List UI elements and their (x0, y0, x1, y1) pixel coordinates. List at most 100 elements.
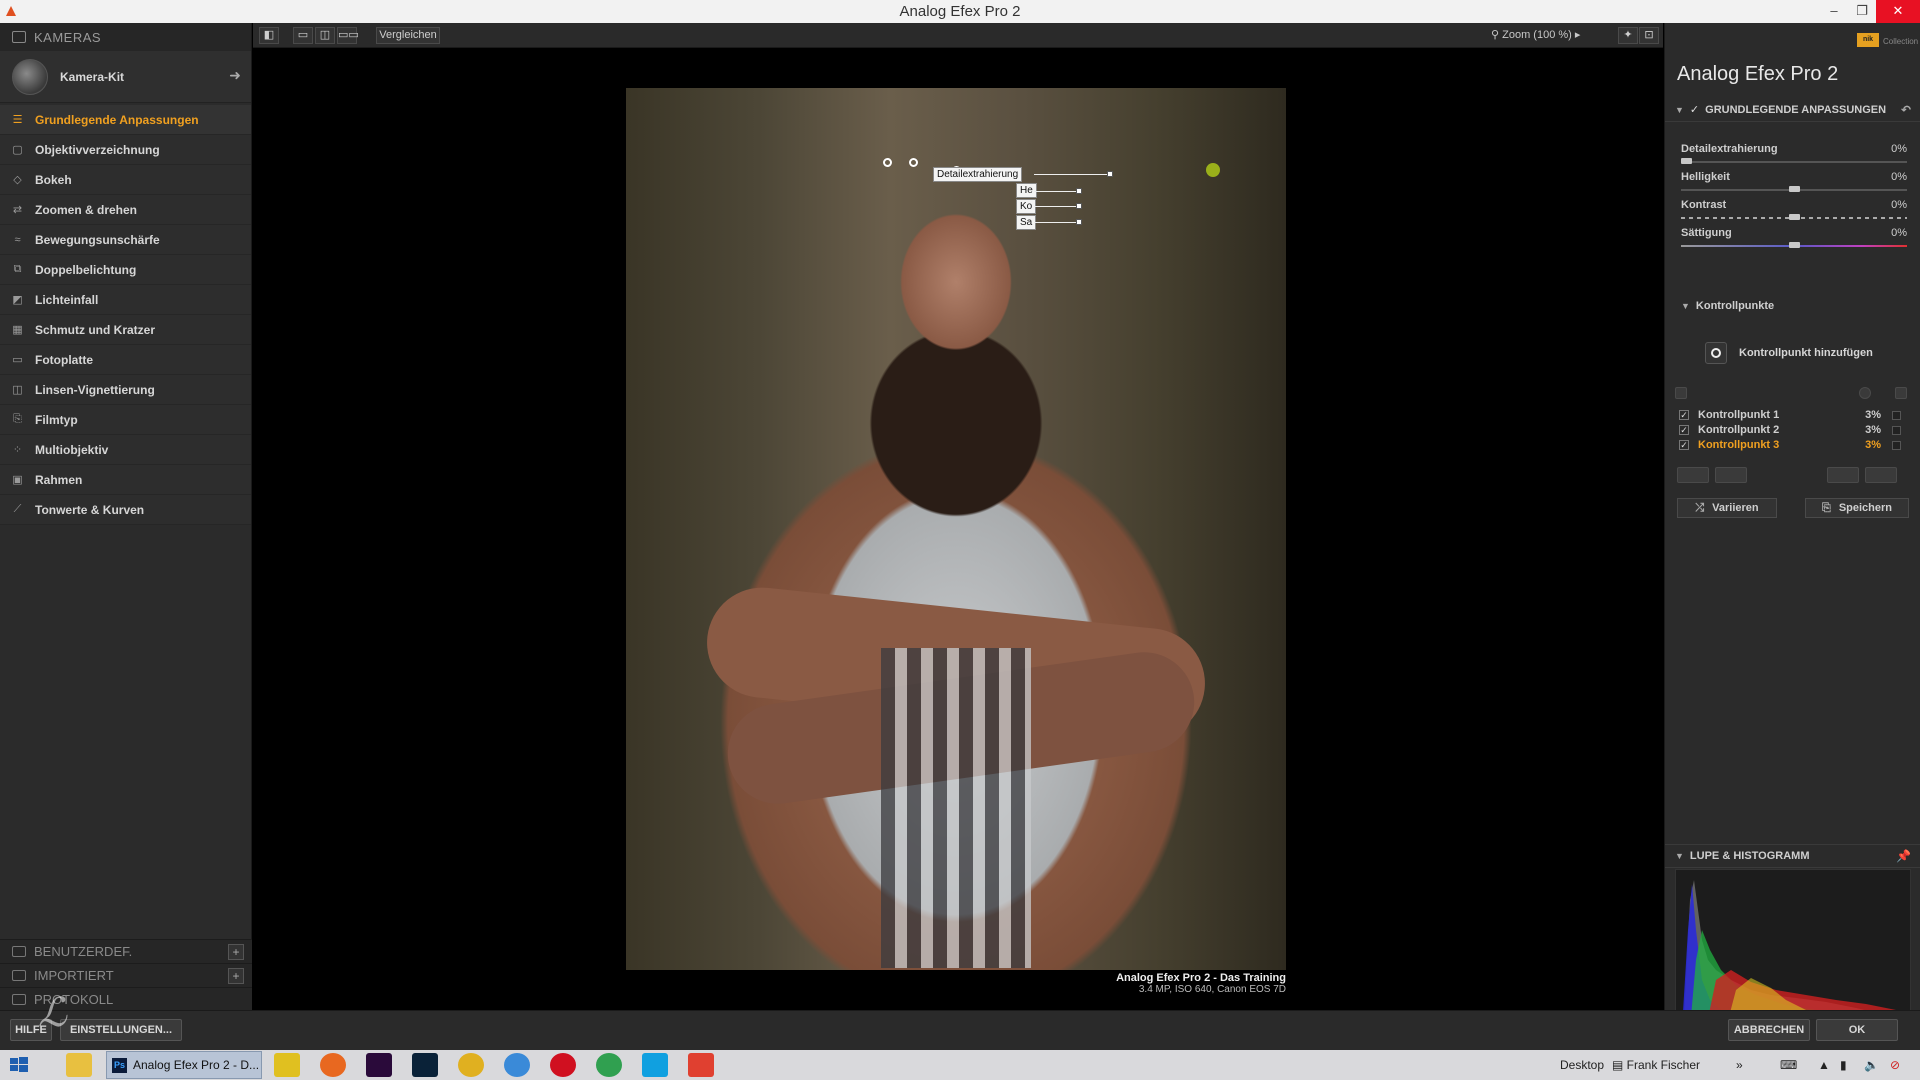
ok-button[interactable]: OK (1816, 1019, 1898, 1041)
split-view-button[interactable]: ◫ (315, 27, 335, 44)
cp-contrast-slider[interactable] (1034, 206, 1080, 207)
app-icon-yellow[interactable] (274, 1053, 300, 1077)
app-icon-orange[interactable] (458, 1053, 484, 1077)
pin-icon[interactable]: 📌 (1896, 849, 1911, 863)
custom-presets-section[interactable]: BENUTZERDEF. + (0, 939, 252, 963)
cancel-button[interactable]: ABBRECHEN (1728, 1019, 1810, 1041)
toggle-panel-button[interactable]: ◧ (259, 27, 279, 44)
reset-icon[interactable]: ↶ (1901, 103, 1911, 117)
minimize-button[interactable]: – (1820, 0, 1848, 23)
keyboard-icon[interactable]: ⌨ (1780, 1058, 1797, 1072)
filter-item[interactable]: ◩ Lichteinfall (0, 285, 251, 315)
preview-photo[interactable]: Detailextrahierung He Ko Sa (626, 88, 1286, 970)
filter-item[interactable]: ▣ Rahmen (0, 465, 251, 495)
taskbar-active-app[interactable]: Ps Analog Efex Pro 2 - D... (106, 1051, 262, 1079)
control-point-mask-toggle[interactable] (1892, 425, 1901, 435)
filter-item[interactable]: ☰ Grundlegende Anpassungen (0, 105, 251, 135)
cp-saturation-slider[interactable] (1034, 222, 1080, 223)
slider-knob[interactable] (1789, 186, 1800, 192)
adjustment-slider[interactable]: Sättigung 0% (1681, 227, 1907, 257)
camera-kit[interactable]: Kamera-Kit ➜ (0, 51, 251, 103)
vary-button[interactable]: ⤮ Variieren (1677, 498, 1777, 518)
filter-item[interactable]: ⁘ Multiobjektiv (0, 435, 251, 465)
overflow-chevron-icon[interactable]: » (1736, 1058, 1743, 1072)
pdf-icon[interactable] (688, 1053, 714, 1077)
skype-icon[interactable] (642, 1053, 668, 1077)
maximize-button[interactable]: ❐ (1848, 0, 1876, 23)
slider-knob[interactable] (1681, 158, 1692, 164)
close-button[interactable]: ✕ (1876, 0, 1920, 23)
lightroom-icon[interactable] (412, 1053, 438, 1077)
slider-track[interactable] (1681, 161, 1907, 163)
collapse-triangle-icon[interactable]: ▼ (1675, 851, 1684, 861)
filter-item[interactable]: ▭ Fotoplatte (0, 345, 251, 375)
app-icon-blue[interactable] (504, 1053, 530, 1077)
cp-brightness-slider[interactable] (1034, 191, 1080, 192)
control-point-name: Kontrollpunkt 3 (1698, 439, 1780, 451)
list-options-icon[interactable] (1675, 387, 1687, 399)
select-all-icon[interactable] (1895, 387, 1907, 399)
volume-icon[interactable]: 🔈 (1864, 1058, 1879, 1072)
slider-knob[interactable] (1789, 242, 1800, 248)
fullscreen-button[interactable]: ⊡ (1639, 27, 1659, 44)
control-point-checkbox[interactable]: ✓ (1679, 410, 1689, 420)
image-canvas[interactable]: Detailextrahierung He Ko Sa Analog Efex … (253, 48, 1663, 1010)
adjustment-slider[interactable]: Kontrast 0% (1681, 199, 1907, 229)
user-folder-label[interactable]: ▤ Frank Fischer (1612, 1058, 1700, 1072)
control-point-mask-toggle[interactable] (1892, 440, 1901, 450)
collapse-triangle-icon[interactable]: ▼ (1675, 105, 1684, 115)
app-icon-red[interactable] (550, 1053, 576, 1077)
imported-section[interactable]: IMPORTIERT + (0, 963, 252, 987)
loupe-histogram-header[interactable]: ▼ LUPE & HISTOGRAMM 📌 (1665, 844, 1920, 868)
slider-knob[interactable] (1789, 214, 1800, 220)
add-control-point-button[interactable]: Kontrollpunkt hinzufügen (1705, 341, 1873, 365)
duplicate-point-button[interactable] (1827, 467, 1859, 483)
control-point-2-marker[interactable] (909, 158, 918, 167)
single-view-button[interactable]: ▭ (293, 27, 313, 44)
move-down-button[interactable] (1715, 467, 1747, 483)
control-point-row[interactable]: ✓ Kontrollpunkt 3 3% (1679, 436, 1907, 454)
zoom-dropdown[interactable]: ⚲ Zoom (100 %) ▸ (1491, 27, 1580, 44)
side-by-side-button[interactable]: ▭▭ (337, 27, 359, 44)
cp-detail-slider[interactable] (1034, 174, 1112, 175)
import-preset-button[interactable]: + (228, 968, 244, 984)
add-custom-preset-button[interactable]: + (228, 944, 244, 960)
filter-item[interactable]: ◫ Linsen-Vignettierung (0, 375, 251, 405)
adjustment-slider[interactable]: Detailextrahierung 0% (1681, 143, 1907, 173)
filter-item[interactable]: ▦ Schmutz und Kratzer (0, 315, 251, 345)
tray-up-icon[interactable]: ▲ (1818, 1058, 1830, 1072)
windows-start-icon[interactable] (8, 1053, 30, 1077)
filter-item[interactable]: ⇄ Zoomen & drehen (0, 195, 251, 225)
chrome-icon[interactable] (596, 1053, 622, 1077)
file-explorer-icon[interactable] (66, 1053, 92, 1077)
filter-item[interactable]: ⎘ Filmtyp (0, 405, 251, 435)
filter-item-label: Fotoplatte (35, 352, 93, 367)
premiere-icon[interactable] (366, 1053, 392, 1077)
show-mask-icon[interactable] (1859, 387, 1871, 399)
filter-item[interactable]: ▢ Objektivverzeichnung (0, 135, 251, 165)
notification-icon[interactable]: ⊘ (1890, 1058, 1900, 1072)
control-point-checkbox[interactable]: ✓ (1679, 425, 1689, 435)
network-icon[interactable]: ▮ (1840, 1058, 1847, 1072)
arrow-right-icon[interactable]: ➜ (229, 67, 241, 84)
filter-item[interactable]: ⧉ Doppelbelichtung (0, 255, 251, 285)
control-points-header[interactable]: ▼ Kontrollpunkte (1681, 300, 1774, 312)
basic-adjustments-header[interactable]: ▼ ✓ GRUNDLEGENDE ANPASSUNGEN ↶ (1665, 98, 1920, 122)
cp-detail-label[interactable]: Detailextrahierung (933, 167, 1023, 182)
desktop-toolbar-label[interactable]: Desktop (1560, 1058, 1604, 1072)
firefox-icon[interactable] (320, 1053, 346, 1077)
filter-item[interactable]: ≈ Bewegungsunschärfe (0, 225, 251, 255)
move-up-button[interactable] (1677, 467, 1709, 483)
compare-button[interactable]: Vergleichen (376, 27, 440, 44)
background-color-button[interactable]: ✦ (1618, 27, 1638, 44)
enable-checkmark-icon[interactable]: ✓ (1690, 103, 1699, 116)
control-point-mask-toggle[interactable] (1892, 410, 1901, 420)
filter-item[interactable]: ◇ Bokeh (0, 165, 251, 195)
save-preset-button[interactable]: ⎘ Speichern (1805, 498, 1909, 518)
control-point-checkbox[interactable]: ✓ (1679, 440, 1689, 450)
filter-item[interactable]: ⟋ Tonwerte & Kurven (0, 495, 251, 525)
adjustment-slider[interactable]: Helligkeit 0% (1681, 171, 1907, 201)
delete-point-button[interactable] (1865, 467, 1897, 483)
cameras-header[interactable]: KAMERAS (0, 23, 251, 51)
control-point-1-marker[interactable] (883, 158, 892, 167)
